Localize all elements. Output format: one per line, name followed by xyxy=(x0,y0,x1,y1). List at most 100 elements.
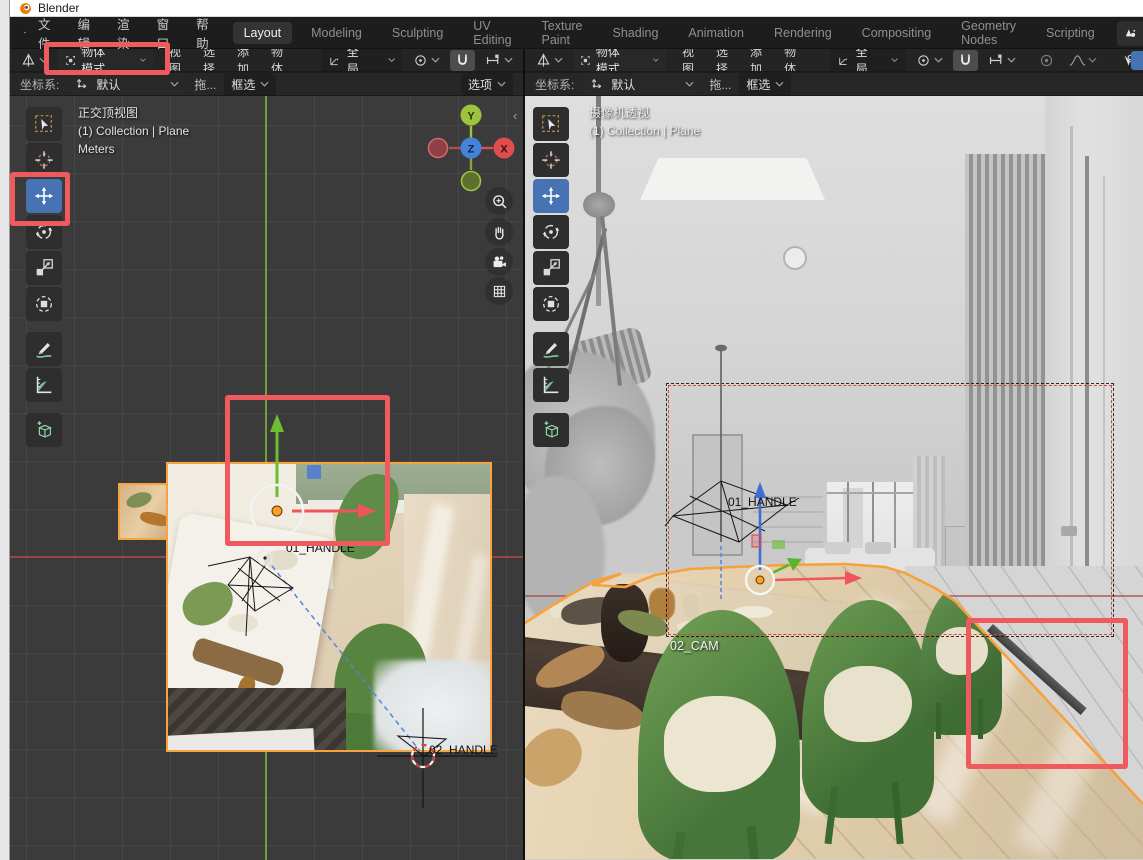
select-mode-dropdown[interactable]: 框选 xyxy=(224,73,276,96)
workspace-tab[interactable]: Rendering xyxy=(763,22,843,44)
viewport-menu-item[interactable]: 视图 xyxy=(676,49,700,72)
transform-tool[interactable] xyxy=(533,287,569,321)
drag-label[interactable]: 拖... xyxy=(709,76,731,93)
measure-tool[interactable] xyxy=(26,368,62,402)
viewport-menu-item[interactable]: 选择 xyxy=(197,49,221,72)
select-mode-value: 框选 xyxy=(231,76,255,93)
workspace-tab[interactable]: Animation xyxy=(677,22,755,44)
zoom-icon[interactable] xyxy=(485,187,513,215)
toolbar-right xyxy=(533,107,569,447)
pan-hand-icon[interactable] xyxy=(485,218,513,246)
blender-window: Blender 文件编辑渲染窗口帮助 LayoutModelingSculpti… xyxy=(0,0,1143,860)
svg-text:X: X xyxy=(500,144,508,156)
viewport-right-toolsettings: 坐标系: 默认 拖... 框选 xyxy=(525,73,1143,96)
orientation-label: 全局 xyxy=(856,49,875,72)
blender-logo-icon xyxy=(19,2,32,15)
viewport-menus: 视图选择添加物体 xyxy=(163,49,289,72)
view-name-overlay: 正交顶视图 (1) Collection | Plane Meters xyxy=(78,104,189,158)
coord-value: 默认 xyxy=(96,76,120,93)
viewport-menu-item[interactable]: 物体 xyxy=(265,49,289,72)
handle1-label[interactable]: 01_HANDLE xyxy=(728,495,797,509)
orientation-dropdown[interactable]: 全局 xyxy=(830,49,905,72)
toolbar-left xyxy=(26,107,62,447)
annotate-tool[interactable] xyxy=(26,332,62,366)
workspace-tab[interactable]: Sculpting xyxy=(381,22,454,44)
workspace-tab[interactable]: Modeling xyxy=(300,22,373,44)
viewport-menu-item[interactable]: 添加 xyxy=(231,49,255,72)
axis-navigation-gizmo[interactable]: Y X Z xyxy=(425,102,517,194)
workspace-tab[interactable]: Shading xyxy=(602,22,670,44)
handle1-wireframe xyxy=(208,557,293,636)
topbar: 文件编辑渲染窗口帮助 LayoutModelingSculptingUV Edi… xyxy=(10,17,1143,49)
camera-view-icon[interactable] xyxy=(485,248,513,276)
select-mode-dropdown[interactable]: 框选 xyxy=(739,73,791,96)
measure-tool[interactable] xyxy=(533,368,569,402)
options-label: 选项 xyxy=(468,76,492,93)
options-dropdown[interactable]: 选项 xyxy=(461,73,513,96)
axis-y-neg-ball xyxy=(462,172,481,191)
workspace-tabs: Layout Modeling Sculpting UV EditingTexture… xyxy=(233,15,1143,51)
snap-magnet-toggle[interactable] xyxy=(953,50,978,71)
workspace-tab[interactable]: Compositing xyxy=(851,22,942,44)
blender-menu-icon[interactable] xyxy=(24,24,26,41)
move-tool[interactable] xyxy=(533,179,569,213)
cursor-tool[interactable] xyxy=(533,143,569,177)
annotation-mode-dropdown xyxy=(44,42,170,75)
proportional-edit-button[interactable] xyxy=(1034,50,1059,71)
snap-with-button[interactable] xyxy=(408,50,444,71)
select-box-tool[interactable] xyxy=(26,107,62,141)
svg-text:Z: Z xyxy=(468,144,475,156)
coord-dropdown[interactable]: 默认 xyxy=(67,73,186,96)
select-box-tool[interactable] xyxy=(533,107,569,141)
snap-increment-button[interactable] xyxy=(481,50,517,71)
app-menu-item[interactable]: 帮助 xyxy=(196,14,209,52)
editor-type-button[interactable] xyxy=(531,50,567,71)
toggle-grid-ortho-icon[interactable] xyxy=(485,277,513,305)
viewport-left-toolsettings: 坐标系: 默认 拖... 框选 选项 xyxy=(10,73,523,96)
sidebar-collapse-arrow[interactable]: ‹ xyxy=(513,108,517,123)
snap-magnet-toggle[interactable] xyxy=(450,50,475,71)
workspace-tab[interactable]: Layout xyxy=(233,22,293,44)
annotate-tool[interactable] xyxy=(533,332,569,366)
rotate-tool[interactable] xyxy=(533,215,569,249)
workspace-tab[interactable]: Geometry Nodes xyxy=(950,15,1027,51)
annotation-move-tool xyxy=(10,172,70,226)
snap-with-button[interactable] xyxy=(911,50,947,71)
scale-tool[interactable] xyxy=(533,251,569,285)
scene-icon xyxy=(1123,27,1138,41)
orientation-label: 全局 xyxy=(347,49,367,72)
workspace-tab[interactable]: Scripting xyxy=(1035,22,1106,44)
orientation-dropdown[interactable]: 全局 xyxy=(321,49,402,72)
viewport-menu-item[interactable]: 物体 xyxy=(778,49,802,72)
mode-dropdown[interactable]: 物体模式 xyxy=(573,49,666,72)
camera-label[interactable]: 02_CAM xyxy=(670,639,719,653)
viewport-right-header: 物体模式 视图选择添加物体 全局 xyxy=(525,49,1143,72)
coord-dropdown[interactable]: 默认 xyxy=(582,73,701,96)
mode-label: 物体模式 xyxy=(596,49,627,72)
snap-increment-button[interactable] xyxy=(984,50,1020,71)
viewport-menu-item[interactable]: 添加 xyxy=(744,49,768,72)
svg-text:Y: Y xyxy=(467,111,475,123)
workspace-tab[interactable]: UV Editing xyxy=(462,15,522,51)
annotation-floor-corner xyxy=(966,618,1128,769)
coord-label: 坐标系: xyxy=(20,76,59,93)
scale-tool[interactable] xyxy=(26,251,62,285)
view-name-overlay: 摄像机透视 (1) Collection | Plane xyxy=(589,104,700,140)
window-edge xyxy=(0,0,10,860)
coord-value: 默认 xyxy=(611,76,635,93)
add-cube-tool[interactable] xyxy=(533,413,569,447)
add-cube-tool[interactable] xyxy=(26,413,62,447)
handle2-label[interactable]: 02_HANDLE xyxy=(429,743,498,757)
workspace-tab[interactable]: Texture Paint xyxy=(531,15,594,51)
handle1-wireframe xyxy=(665,481,799,542)
handle2-empty xyxy=(377,708,497,808)
axis-x-neg-ball xyxy=(429,139,448,158)
viewport-menu-item[interactable]: 选择 xyxy=(710,49,734,72)
viewport-menus: 视图选择添加物体 xyxy=(676,49,802,72)
transform-tool[interactable] xyxy=(26,287,62,321)
gizmo-toggle-clipped[interactable] xyxy=(1131,51,1143,70)
falloff-curve-button[interactable] xyxy=(1065,50,1101,71)
drag-label[interactable]: 拖... xyxy=(194,76,216,93)
scene-selector[interactable] xyxy=(1117,21,1143,46)
coord-label: 坐标系: xyxy=(535,76,574,93)
